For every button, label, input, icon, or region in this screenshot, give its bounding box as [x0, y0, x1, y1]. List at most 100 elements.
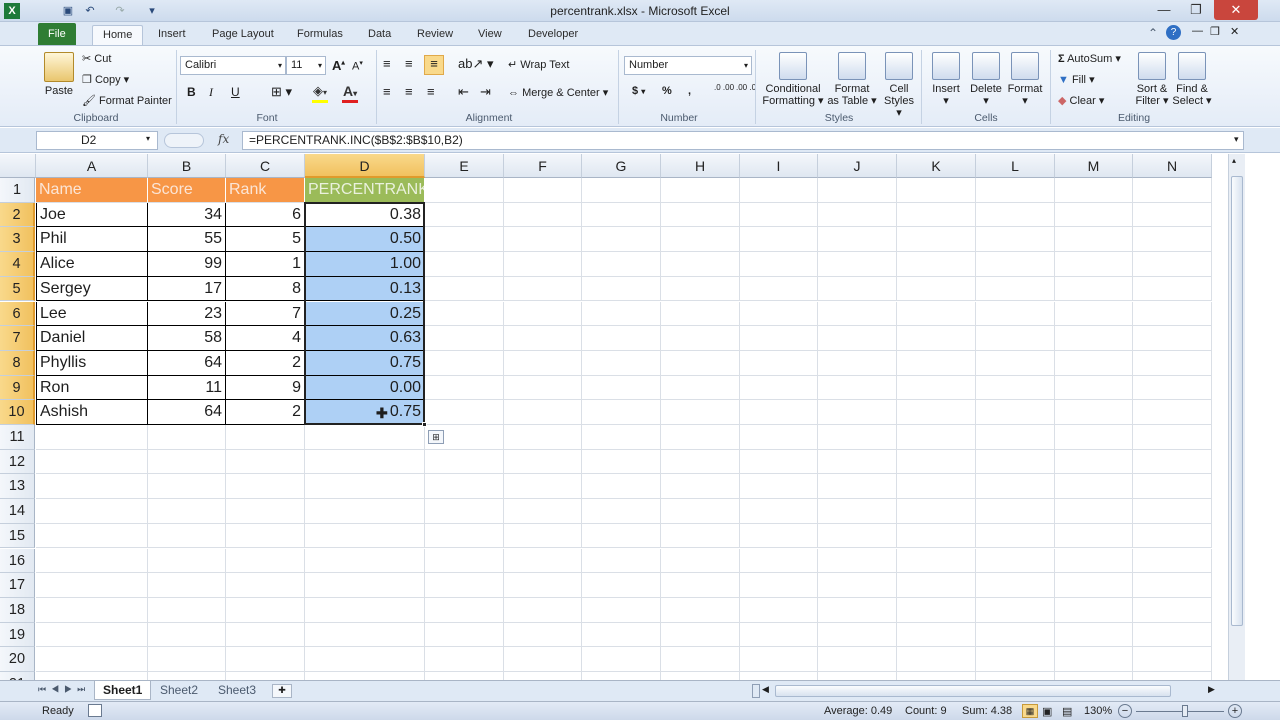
cell[interactable]: [148, 425, 226, 450]
cell[interactable]: [1055, 276, 1133, 302]
wb-close-icon[interactable]: ✕: [1230, 25, 1239, 38]
cell[interactable]: [226, 548, 305, 574]
cell[interactable]: [976, 573, 1055, 598]
cell[interactable]: [148, 647, 226, 672]
cell[interactable]: [897, 597, 976, 623]
cell[interactable]: [504, 301, 582, 327]
cell[interactable]: [661, 672, 740, 680]
format-as-table-button[interactable]: Format as Table ▾: [826, 52, 878, 107]
cell[interactable]: [148, 449, 226, 475]
cell[interactable]: [661, 202, 740, 228]
cell[interactable]: [976, 449, 1055, 475]
cell[interactable]: [226, 523, 305, 549]
cell[interactable]: [226, 597, 305, 623]
cell[interactable]: [504, 375, 582, 401]
column-header-c[interactable]: C: [226, 154, 305, 178]
formula-input[interactable]: =PERCENTRANK.INC($B$2:$B$10,B2): [242, 131, 1244, 150]
worksheet-grid[interactable]: ABCDEFGHIJKLMN 1 2 3 4 5 6 7 8 9 10 11 12 13 14 15 16 17…: [0, 154, 1228, 680]
table-cell[interactable]: 64: [148, 350, 226, 376]
cell[interactable]: [740, 597, 818, 623]
row-header-7[interactable]: 7: [0, 326, 35, 351]
insert-function-button[interactable]: fx: [218, 132, 229, 146]
name-box[interactable]: D2: [36, 131, 158, 150]
delete-cells-button[interactable]: Delete ▾: [967, 52, 1005, 107]
zoom-out-icon[interactable]: −: [1118, 704, 1132, 718]
page-layout-view-icon[interactable]: ▣: [1042, 703, 1052, 720]
macro-record-icon[interactable]: [88, 704, 102, 717]
cell[interactable]: [36, 622, 148, 648]
cell[interactable]: [504, 449, 582, 475]
cell[interactable]: [818, 276, 897, 302]
cell[interactable]: [425, 227, 504, 253]
cell[interactable]: [818, 647, 897, 672]
cell[interactable]: [661, 548, 740, 574]
cell[interactable]: [1133, 622, 1212, 648]
column-header-j[interactable]: J: [818, 154, 897, 178]
cell[interactable]: [818, 227, 897, 253]
cell[interactable]: [661, 178, 740, 203]
cell[interactable]: [582, 400, 661, 425]
column-header-e[interactable]: E: [425, 154, 504, 178]
cell[interactable]: [226, 425, 305, 450]
cell[interactable]: [582, 449, 661, 475]
cell[interactable]: [897, 301, 976, 327]
cell[interactable]: [897, 252, 976, 277]
cell[interactable]: [504, 425, 582, 450]
tab-insert[interactable]: Insert: [148, 25, 196, 45]
cell[interactable]: [226, 647, 305, 672]
cell[interactable]: [305, 425, 425, 450]
cell[interactable]: [582, 202, 661, 228]
cell[interactable]: [1055, 227, 1133, 253]
cell[interactable]: [740, 400, 818, 425]
cell[interactable]: [818, 375, 897, 401]
table-cell[interactable]: 11: [148, 375, 226, 401]
row-header-14[interactable]: 14: [0, 499, 35, 524]
table-cell[interactable]: 8: [226, 276, 305, 302]
tab-split-handle[interactable]: [752, 684, 760, 698]
cell[interactable]: [1133, 400, 1212, 425]
align-top-icon[interactable]: ≡: [383, 56, 391, 71]
cell[interactable]: [1055, 548, 1133, 574]
cell[interactable]: [740, 202, 818, 228]
cell[interactable]: [661, 523, 740, 549]
cell[interactable]: [661, 252, 740, 277]
table-cell[interactable]: Phil: [36, 227, 148, 253]
cell[interactable]: [1133, 523, 1212, 549]
tab-formulas[interactable]: Formulas: [287, 25, 353, 45]
cell[interactable]: [897, 499, 976, 524]
cell[interactable]: [818, 202, 897, 228]
italic-button[interactable]: I: [209, 85, 213, 100]
cell[interactable]: [897, 672, 976, 680]
tab-data[interactable]: Data: [358, 25, 401, 45]
cell[interactable]: [1133, 375, 1212, 401]
row-header-2[interactable]: 2: [0, 202, 35, 228]
cell[interactable]: [818, 252, 897, 277]
cell[interactable]: [976, 202, 1055, 228]
cell[interactable]: [226, 622, 305, 648]
table-cell[interactable]: 7: [226, 301, 305, 327]
cell[interactable]: [740, 647, 818, 672]
cell[interactable]: [976, 276, 1055, 302]
cell[interactable]: [425, 449, 504, 475]
cell[interactable]: [504, 622, 582, 648]
cell[interactable]: [425, 400, 504, 425]
bold-button[interactable]: B: [187, 85, 196, 99]
cell[interactable]: [1055, 499, 1133, 524]
cell[interactable]: [1133, 548, 1212, 574]
insert-cells-button[interactable]: Insert ▾: [928, 52, 964, 107]
cell[interactable]: [818, 573, 897, 598]
cell[interactable]: [1055, 474, 1133, 500]
fill-handle[interactable]: [422, 422, 427, 427]
font-size-select[interactable]: 11 ▾: [286, 56, 326, 75]
cell[interactable]: [36, 474, 148, 500]
cell[interactable]: [818, 350, 897, 376]
cell[interactable]: [305, 622, 425, 648]
copy-button[interactable]: ❐ Copy ▾: [82, 73, 129, 86]
cell[interactable]: [425, 672, 504, 680]
cell[interactable]: [1133, 276, 1212, 302]
table-cell[interactable]: 4: [226, 326, 305, 351]
cell[interactable]: [1055, 523, 1133, 549]
format-cells-button[interactable]: Format ▾: [1006, 52, 1044, 107]
cell[interactable]: [661, 622, 740, 648]
row-header-18[interactable]: 18: [0, 597, 35, 623]
